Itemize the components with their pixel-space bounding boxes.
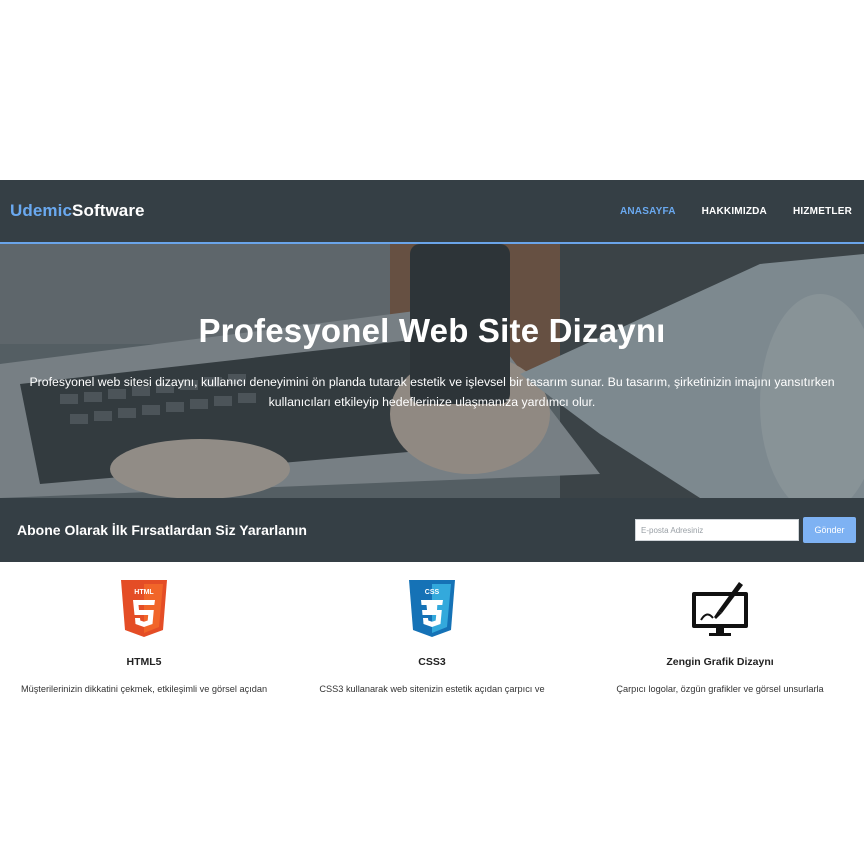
svg-text:CSS: CSS	[425, 589, 440, 596]
hero-description: Profesyonel web sitesi dizaynı, kullanıc…	[12, 372, 852, 412]
site-header: UdemicSoftware ANASAYFA HAKKIMIZDA HIZME…	[0, 180, 864, 244]
nav-link-hizmetler[interactable]: HIZMETLER	[793, 206, 852, 217]
feature-title-css3: CSS3	[418, 656, 446, 668]
svg-text:HTML: HTML	[134, 589, 154, 596]
feature-title-graphic-design: Zengin Grafik Dizaynı	[666, 656, 774, 668]
css3-icon: CSS	[409, 580, 455, 637]
graphic-design-icon	[692, 582, 748, 636]
hero-description-line2: kullanıcıları etkileyip hedeflerinize ul…	[268, 395, 596, 409]
feature-html5: HTML HTML5 Müşterilerinizin dikkatini çe…	[0, 562, 288, 712]
feature-graphic-design: Zengin Grafik Dizaynı Çarpıcı logolar, ö…	[576, 562, 864, 712]
html5-icon: HTML	[121, 580, 167, 637]
logo-accent-text: Udemic	[10, 201, 73, 220]
hero-description-line1: Profesyonel web sitesi dizaynı, kullanıc…	[29, 375, 835, 389]
feature-text-css3: CSS3 kullanarak web sitenizin estetik aç…	[319, 684, 545, 694]
main-nav: ANASAYFA HAKKIMIZDA HIZMETLER	[620, 206, 852, 217]
send-button[interactable]: Gönder	[803, 517, 856, 543]
nav-link-anasayfa[interactable]: ANASAYFA	[620, 206, 676, 217]
hero-title: Profesyonel Web Site Dizaynı	[198, 312, 666, 349]
email-input[interactable]	[635, 519, 799, 541]
website: UdemicSoftware ANASAYFA HAKKIMIZDA HIZME…	[0, 180, 864, 712]
features-section: HTML HTML5 Müşterilerinizin dikkatini çe…	[0, 562, 864, 712]
nav-link-hakkimizda[interactable]: HAKKIMIZDA	[702, 206, 767, 217]
site-logo[interactable]: UdemicSoftware	[10, 201, 145, 221]
feature-text-graphic-design: Çarpıcı logolar, özgün grafikler ve görs…	[616, 684, 824, 694]
hero-content: Profesyonel Web Site Dizaynı Profesyonel…	[0, 312, 864, 412]
feature-text-html5: Müşterilerinizin dikkatini çekmek, etkil…	[20, 684, 268, 694]
subscribe-bar: Abone Olarak İlk Fırsatlardan Siz Yararl…	[0, 498, 864, 562]
subscribe-form: Gönder	[635, 517, 856, 543]
feature-css3: CSS CSS3 CSS3 kullanarak web sitenizin e…	[288, 562, 576, 712]
logo-main-text: Software	[72, 201, 145, 220]
hero-section: Profesyonel Web Site Dizaynı Profesyonel…	[0, 244, 864, 498]
subscribe-title: Abone Olarak İlk Fırsatlardan Siz Yararl…	[17, 522, 307, 538]
feature-title-html5: HTML5	[126, 656, 162, 668]
